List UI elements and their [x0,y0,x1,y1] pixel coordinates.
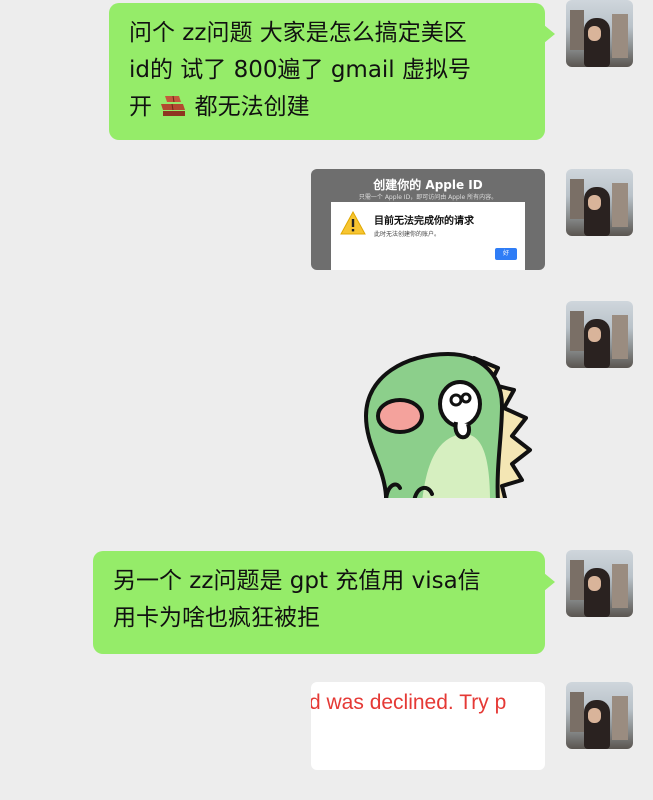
avatar-background [612,696,628,740]
avatar-background [570,179,584,219]
avatar-background [612,315,628,359]
avatar-background [612,14,628,58]
message-line: id的 试了 800遍了 gmail 虚拟号 [129,57,472,83]
avatar-background [612,183,628,227]
avatar-background [570,311,584,351]
declined-error-text: d was declined. Try p [311,691,507,714]
message-line: 开 都无法创建 [129,93,310,120]
avatar-face [588,708,601,723]
message-bubble[interactable]: 问个 zz问题 大家是怎么搞定美区 id的 试了 800遍了 gmail 虚拟号… [109,3,555,140]
dialog-message: 此时无法创建你的账户。 [374,231,441,238]
avatar[interactable] [566,301,633,368]
avatar-face [588,327,601,342]
image-message-apple-id-error[interactable]: 创建你的 Apple ID 只需一个 Apple ID，即可访问由 Apple … [311,169,545,270]
crying-dinosaur-sticker[interactable] [356,346,536,504]
message-bubble[interactable]: 另一个 zz问题是 gpt 充值用 visa信 用卡为啥也疯狂被拒 [93,551,555,654]
image-message-card-declined[interactable]: d was declined. Try p [311,682,545,770]
brick-emoji-icon [159,93,187,117]
avatar-background [570,692,584,732]
message-line: 问个 zz问题 大家是怎么搞定美区 [129,20,467,46]
error-dialog: 目前无法完成你的请求 此时无法创建你的账户。 好 [331,202,525,270]
message-line: 用卡为啥也疯狂被拒 [113,605,320,631]
avatar-face [588,26,601,41]
avatar[interactable] [566,682,633,749]
avatar-face [588,195,601,210]
avatar[interactable] [566,169,633,236]
avatar[interactable] [566,550,633,617]
avatar[interactable] [566,0,633,67]
ok-button: 好 [495,248,517,260]
warning-icon [340,211,366,235]
avatar-face [588,576,601,591]
avatar-background [570,10,584,50]
screenshot-subtitle: 只需一个 Apple ID，即可访问由 Apple 所有内容。 [358,194,498,201]
avatar-background [570,560,584,600]
dialog-title: 目前无法完成你的请求 [374,216,474,227]
avatar-background [612,564,628,608]
screenshot-title: 创建你的 Apple ID [373,178,483,192]
message-line: 另一个 zz问题是 gpt 充值用 visa信 [113,568,481,594]
